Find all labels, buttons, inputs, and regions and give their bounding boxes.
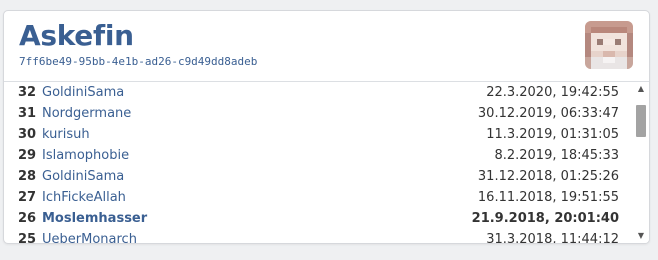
history-row: 27 IchFickeAllah 16.11.2018, 19:51:55: [4, 187, 633, 208]
profile-name: Askefin: [19, 19, 134, 52]
history-row: 28 GoldiniSama 31.12.2018, 01:25:26: [4, 166, 633, 187]
history-date: 30.12.2019, 06:33:47: [477, 106, 619, 121]
history-date: 31.12.2018, 01:25:26: [477, 169, 619, 184]
history-name-link[interactable]: GoldiniSama: [42, 166, 124, 187]
history-rank: 27: [18, 190, 37, 205]
history-row: 26 Moslemhasser 21.9.2018, 20:01:40: [4, 208, 633, 229]
history-row: 30 kurisuh 11.3.2019, 01:31:05: [4, 124, 633, 145]
history-rank: 30: [18, 127, 37, 142]
avatar: [585, 21, 633, 69]
history-name-link[interactable]: Nordgermane: [42, 103, 131, 124]
name-history-list: 32 GoldiniSama 22.3.2020, 19:42:55 31 Nordge…: [4, 82, 633, 243]
history-date: 16.11.2018, 19:51:55: [477, 190, 619, 205]
history-name-link[interactable]: GoldiniSama: [42, 82, 124, 103]
history-rank: 32: [18, 85, 37, 100]
scrollbar[interactable]: ▲ ▼: [633, 82, 649, 243]
history-date: 11.3.2019, 01:31:05: [486, 127, 619, 142]
history-row: 29 Islamophobie 8.2.2019, 18:45:33: [4, 145, 633, 166]
profile-card: Askefin 7ff6be49-95bb-4e1b-ad26-c9d49dd8…: [3, 10, 650, 244]
history-name-link[interactable]: UeberMonarch: [42, 229, 137, 243]
history-date: 22.3.2020, 19:42:55: [486, 85, 619, 100]
history-name-link[interactable]: IchFickeAllah: [42, 187, 126, 208]
history-row: 25 UeberMonarch 31.3.2018, 11:44:12: [4, 229, 633, 243]
scroll-down-arrow-icon[interactable]: ▼: [633, 229, 649, 243]
history-rank: 31: [18, 106, 37, 121]
history-name-link[interactable]: kurisuh: [42, 124, 90, 145]
avatar-pixel-image: [585, 21, 633, 69]
history-row: 32 GoldiniSama 22.3.2020, 19:42:55: [4, 82, 633, 103]
history-date: 21.9.2018, 20:01:40: [471, 211, 619, 226]
history-rank: 25: [18, 232, 37, 243]
history-name-link[interactable]: Moslemhasser: [42, 208, 147, 229]
scroll-thumb[interactable]: [636, 105, 646, 138]
history-row: 31 Nordgermane 30.12.2019, 06:33:47: [4, 103, 633, 124]
name-history-list-container[interactable]: 32 GoldiniSama 22.3.2020, 19:42:55 31 Nordge…: [4, 82, 649, 243]
history-date: 8.2.2019, 18:45:33: [494, 148, 619, 163]
profile-uuid[interactable]: 7ff6be49-95bb-4e1b-ad26-c9d49dd8adeb: [19, 55, 257, 68]
history-rank: 29: [18, 148, 37, 163]
history-name-link[interactable]: Islamophobie: [42, 145, 129, 166]
history-rank: 28: [18, 169, 37, 184]
history-rank: 26: [18, 211, 37, 226]
history-date: 31.3.2018, 11:44:12: [486, 232, 619, 243]
scroll-up-arrow-icon[interactable]: ▲: [633, 82, 649, 96]
profile-header: Askefin 7ff6be49-95bb-4e1b-ad26-c9d49dd8…: [4, 11, 649, 82]
